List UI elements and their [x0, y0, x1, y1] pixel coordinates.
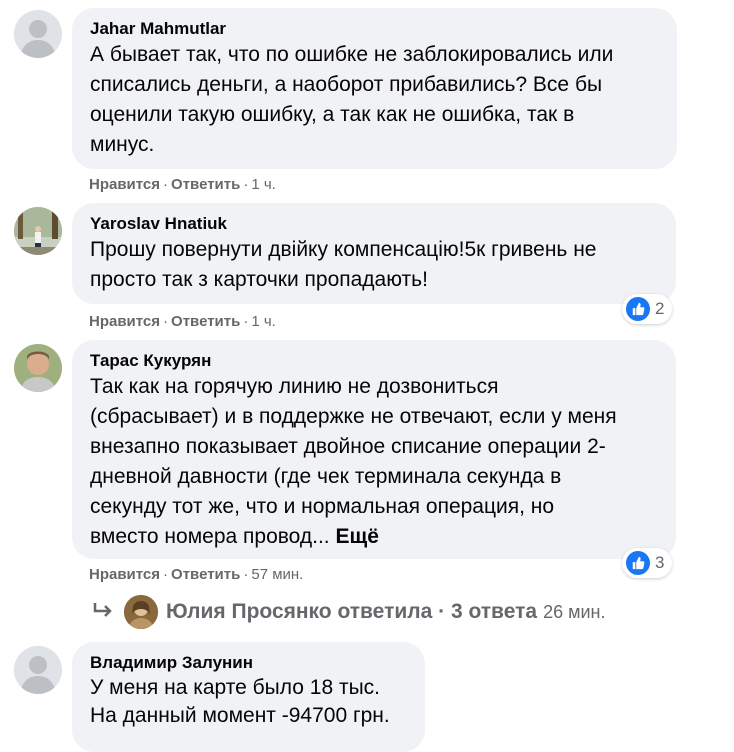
comment-text: А бывает так, что по ошибке не заблокиро…: [90, 43, 614, 156]
separator: ·: [243, 313, 249, 330]
comment-time[interactable]: 1 ч.: [251, 313, 276, 330]
separator: ·: [163, 313, 169, 330]
reaction-count: 3: [655, 553, 665, 572]
like-button[interactable]: Нравится: [89, 176, 160, 193]
comment-author[interactable]: Владимир Залунин: [90, 652, 407, 674]
separator: ·: [163, 176, 169, 193]
reaction-summary[interactable]: 3: [622, 548, 673, 578]
comment-bubble: Владимир Залунин У меня на карте было 18…: [72, 642, 425, 752]
replier-avatar: [124, 595, 158, 629]
like-icon: [626, 551, 650, 575]
reaction-count: 2: [655, 299, 665, 318]
view-replies-link[interactable]: Юлия Просянко ответила · 3 ответа: [166, 600, 537, 624]
like-button[interactable]: Нравится: [89, 313, 160, 330]
comment-author[interactable]: Jahar Mahmutlar: [90, 18, 659, 40]
user-avatar[interactable]: [14, 207, 62, 255]
separator: ·: [243, 176, 249, 193]
default-avatar-icon[interactable]: [14, 10, 62, 58]
comment-author[interactable]: Тарас Кукурян: [90, 350, 658, 372]
see-more-link[interactable]: Ещё: [335, 525, 378, 548]
like-icon: [626, 297, 650, 321]
replies-time: 26 мин.: [543, 601, 606, 622]
comment-bubble: Тарас Кукурян Так как на горячую линию н…: [72, 340, 676, 559]
comment-time[interactable]: 57 мин.: [251, 566, 303, 583]
comment-text: Так как на горячую линию не дозвониться …: [90, 372, 658, 552]
reaction-summary[interactable]: 2: [622, 294, 673, 324]
like-button[interactable]: Нравится: [89, 566, 160, 583]
comment-text: У меня на карте было 18 тыс. На данный м…: [90, 676, 390, 727]
view-replies-row[interactable]: Юлия Просянко ответила · 3 ответа 26 мин…: [92, 595, 606, 629]
comment-bubble: Yaroslav Hnatiuk Прошу повернути двійку …: [72, 203, 676, 304]
reply-arrow-icon: [92, 599, 114, 625]
comment-text: Прошу повернути двійку компенсацію!5к гр…: [90, 238, 597, 291]
comment-actions: Нравится · Ответить · 57 мин.: [89, 565, 303, 585]
reply-button[interactable]: Ответить: [171, 566, 240, 583]
comment-text-body: Так как на горячую линию не дозвониться …: [90, 375, 617, 548]
separator: ·: [243, 566, 249, 583]
reply-button[interactable]: Ответить: [171, 176, 240, 193]
reply-button[interactable]: Ответить: [171, 313, 240, 330]
default-avatar-icon[interactable]: [14, 646, 62, 694]
comment-actions: Нравится · Ответить · 1 ч.: [89, 175, 276, 195]
comment-bubble: Jahar Mahmutlar А бывает так, что по оши…: [72, 8, 677, 169]
separator: ·: [163, 566, 169, 583]
user-avatar[interactable]: [14, 344, 62, 392]
comment-time[interactable]: 1 ч.: [251, 176, 276, 193]
comment-author[interactable]: Yaroslav Hnatiuk: [90, 213, 658, 235]
comment-actions: Нравится · Ответить · 1 ч.: [89, 312, 276, 332]
